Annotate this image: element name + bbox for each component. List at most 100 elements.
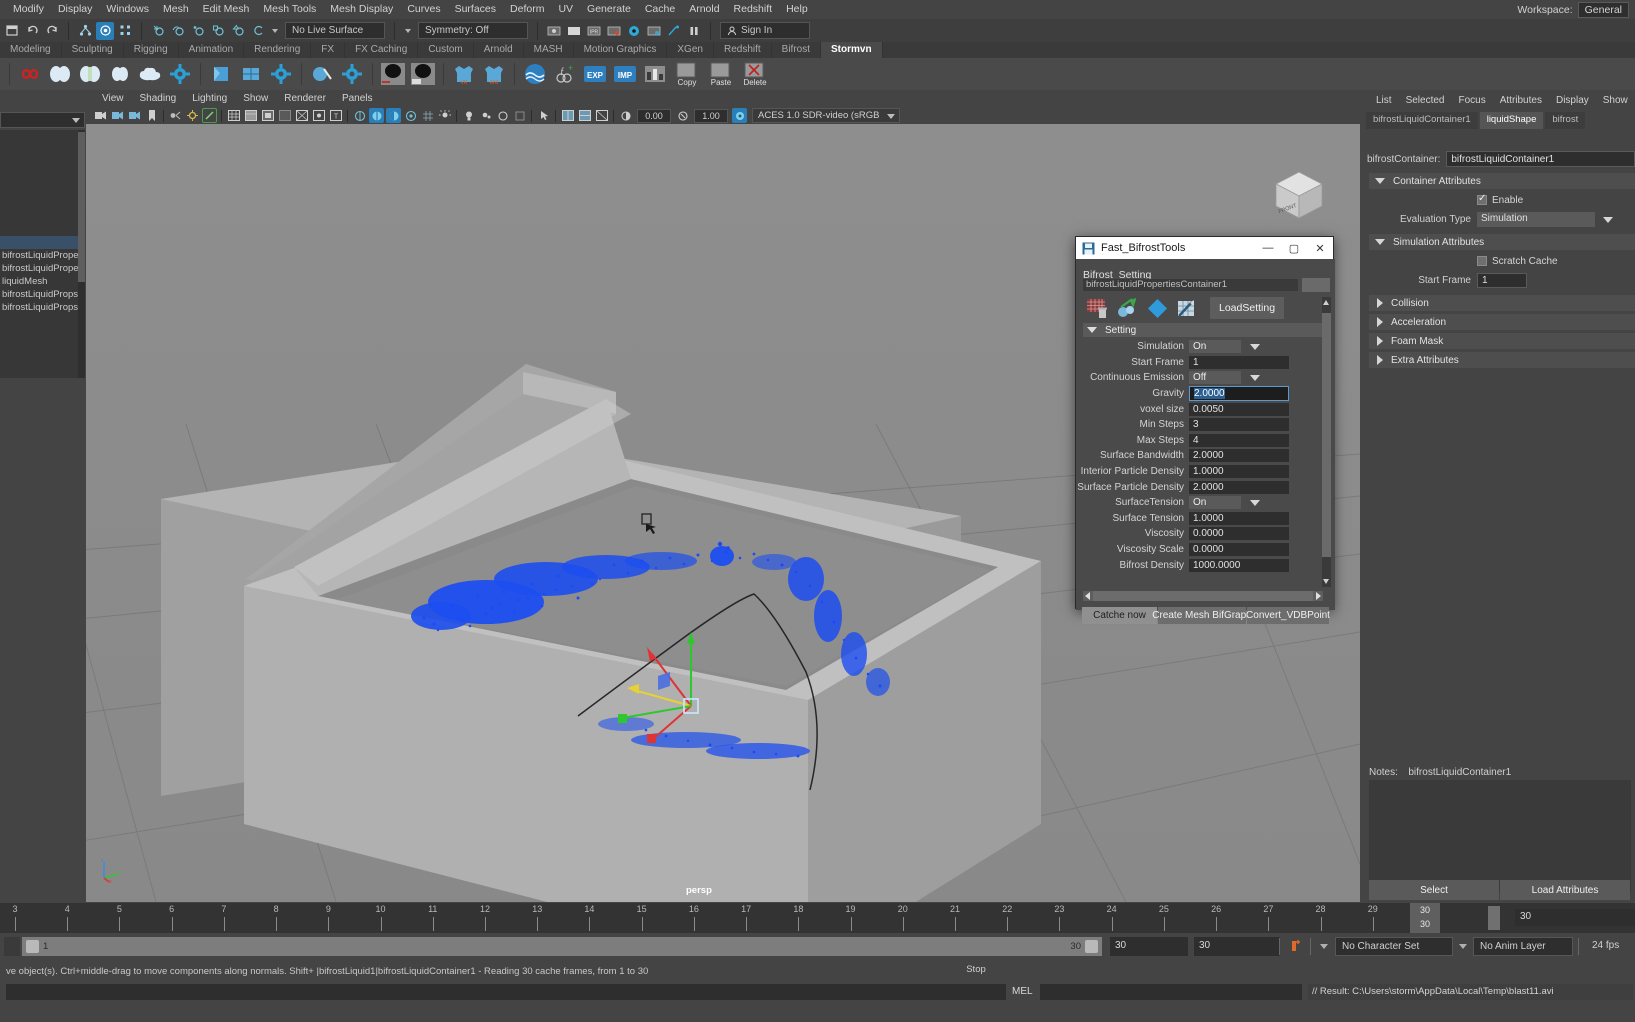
range-slider-track[interactable]: 1 30 (22, 937, 1102, 956)
camera-left-icon[interactable] (380, 61, 406, 87)
viewport-menu-panels[interactable]: Panels (334, 93, 381, 104)
import-anim-icon[interactable] (1115, 297, 1140, 319)
anim-layer-dropdown[interactable]: No Anim Layer (1473, 937, 1573, 956)
outliner-filter-dropdown[interactable] (0, 112, 85, 128)
ae-scratch-cache-row[interactable]: Scratch Cache (1361, 253, 1635, 269)
redo-icon[interactable] (43, 22, 61, 40)
shelf-tab-bifrost[interactable]: Bifrost (771, 42, 821, 58)
ae-section-foam-mask[interactable]: Foam Mask (1369, 333, 1635, 349)
close-icon[interactable]: ✕ (1307, 237, 1333, 259)
field-value-text-focused[interactable]: 2.0000 (1189, 386, 1289, 402)
list-item[interactable] (0, 210, 78, 223)
time-slider[interactable]: 3 4 5 6 7 8 9 10 11 12 13 14 15 16 17 18 19 20 21 22 23 24 25 2… (0, 903, 1635, 933)
convert-vdbpoint-button[interactable]: Convert_VDBPoint (1246, 607, 1330, 624)
character-set-dropdown[interactable]: No Character Set (1335, 937, 1453, 956)
ae-tab-liquidShape[interactable]: liquidShape (1479, 112, 1544, 129)
chart-icon[interactable] (642, 61, 668, 87)
shadows-icon[interactable] (202, 108, 217, 123)
catche-now-button[interactable]: Catche now (1082, 607, 1157, 624)
current-frame-field[interactable]: 30 (1515, 909, 1635, 926)
smooth-shading-icon[interactable] (243, 108, 258, 123)
plane-blue-icon[interactable] (208, 61, 234, 87)
two-spheres-green-icon[interactable] (77, 61, 103, 87)
shelf-tab-sculpting[interactable]: Sculpting (61, 42, 124, 58)
load-attributes-button[interactable]: Load Attributes (1500, 880, 1630, 900)
list-item[interactable] (0, 171, 78, 184)
scroll-left-arrow-icon[interactable] (1085, 592, 1090, 600)
shirt-ani-icon[interactable]: ANI (481, 61, 507, 87)
ae-notes-textarea[interactable] (1369, 780, 1631, 892)
shaded-icon[interactable] (260, 108, 275, 123)
ae-menu-focus[interactable]: Focus (1451, 95, 1492, 106)
fx-plus-icon[interactable]: ƒ + (552, 61, 578, 87)
auto-key-icon[interactable] (1285, 937, 1305, 956)
outliner-scrollbar[interactable] (78, 130, 85, 378)
mel-input-field[interactable] (1040, 984, 1302, 1000)
range-start-knob[interactable] (26, 940, 39, 953)
viewport-menu-shading[interactable]: Shading (132, 93, 185, 104)
pause-icon[interactable] (685, 22, 703, 40)
viewport-menu-renderer[interactable]: Renderer (276, 93, 334, 104)
delete-cache-icon[interactable] (1085, 297, 1110, 319)
shelf-tab-custom[interactable]: Custom (418, 42, 474, 58)
chevron-down-icon[interactable] (1250, 374, 1260, 381)
isolate-select-icon[interactable] (536, 108, 551, 123)
scratch-cache-checkbox[interactable] (1477, 256, 1487, 266)
select-button[interactable]: Select (1369, 880, 1499, 900)
field-value-text[interactable]: 1.0000 (1189, 465, 1289, 479)
fps-label[interactable]: 24 fps (1586, 937, 1634, 956)
field-value-text[interactable]: 0.0000 (1189, 543, 1289, 557)
depth-of-field-icon[interactable] (403, 108, 418, 123)
use-all-lights-icon[interactable] (185, 108, 200, 123)
menu-item-redshift[interactable]: Redshift (727, 0, 780, 19)
field-value-text[interactable]: 1 (1189, 355, 1289, 369)
range-slider-left-handle[interactable] (4, 937, 20, 956)
ae-menu-display[interactable]: Display (1549, 95, 1596, 106)
shelf-tab-stormvn[interactable]: Stormvn (821, 42, 883, 58)
dialog-path-browse-button[interactable] (1302, 278, 1330, 292)
diamond-blue-icon[interactable] (1145, 297, 1170, 319)
toggle-isolate-icon[interactable] (665, 22, 683, 40)
gear-blue-icon[interactable] (167, 61, 193, 87)
start-frame-value[interactable]: 1 (1477, 273, 1527, 288)
motion-blur-icon[interactable] (369, 108, 384, 123)
render-setup-icon[interactable] (605, 22, 623, 40)
ae-menu-show[interactable]: Show (1596, 95, 1635, 106)
menu-item-edit-mesh[interactable]: Edit Mesh (196, 0, 257, 19)
camera-attr-icon[interactable] (110, 108, 125, 123)
color-management-icon[interactable] (732, 108, 747, 123)
menu-item-surfaces[interactable]: Surfaces (448, 0, 503, 19)
ae-section-acceleration[interactable]: Acceleration (1369, 314, 1635, 330)
menu-item-mesh[interactable]: Mesh (156, 0, 196, 19)
fast-bifrost-tools-dialog[interactable]: Fast_BifrostTools — ▢ ✕ Bifrost_Setting … (1075, 236, 1335, 624)
gamma-value[interactable]: 1.00 (694, 108, 728, 123)
cloud-mesh-icon[interactable] (137, 61, 163, 87)
enable-checkbox[interactable] (1477, 193, 1487, 205)
list-item[interactable]: liquidMesh (0, 275, 78, 288)
lights-all-icon[interactable] (478, 108, 493, 123)
field-value-text[interactable]: 0.0050 (1189, 402, 1289, 416)
list-item[interactable]: bifrostLiquidProps1 (0, 288, 78, 301)
menu-item-deform[interactable]: Deform (503, 0, 551, 19)
field-value-text[interactable]: 2.0000 (1189, 480, 1289, 494)
snap-point-icon[interactable] (189, 22, 207, 40)
list-item[interactable] (0, 184, 78, 197)
import-icon[interactable]: IMP (612, 61, 638, 87)
field-value-combo[interactable]: Off (1189, 371, 1241, 385)
shelf-tab-redshift[interactable]: Redshift (713, 42, 772, 58)
chevron-down-icon[interactable] (1603, 216, 1613, 223)
shelf-tab-rigging[interactable]: Rigging (123, 42, 179, 58)
menu-item-modify[interactable]: Modify (6, 0, 51, 19)
export-icon[interactable]: EXP (582, 61, 608, 87)
textured-icon[interactable] (277, 108, 292, 123)
field-value-text[interactable]: 0.0000 (1189, 527, 1289, 541)
menu-item-display[interactable]: Display (51, 0, 99, 19)
menu-item-mesh-display[interactable]: Mesh Display (323, 0, 400, 19)
gamma-icon[interactable] (675, 108, 690, 123)
list-item[interactable]: bifrostLiquidProperties1 (0, 249, 78, 262)
ae-node-value[interactable]: bifrostLiquidContainer1 (1446, 151, 1635, 167)
dialog-horizontal-scrollbar[interactable] (1083, 591, 1323, 601)
shelf-tab-modeling[interactable]: Modeling (0, 42, 62, 58)
lighting-toggle-icon[interactable] (437, 108, 452, 123)
show-render-view-icon[interactable] (545, 22, 563, 40)
